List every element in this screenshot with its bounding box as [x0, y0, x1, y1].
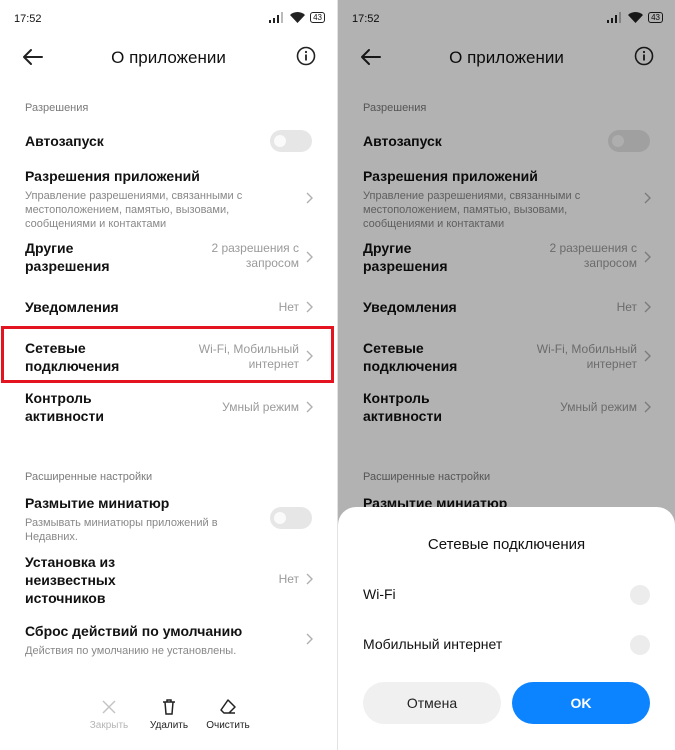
chevron-right-icon: [306, 401, 313, 413]
option-mobile-checkbox[interactable]: [630, 635, 650, 655]
status-time: 17:52: [14, 13, 42, 25]
row-notifications-title[interactable]: Уведомления: [25, 298, 119, 316]
dialog-title: Сетевые подключения: [427, 536, 586, 553]
toggle-knob: [274, 135, 286, 147]
trash-icon: [163, 699, 175, 715]
row-other-permissions-value: 2 разрешения с запросом: [211, 241, 299, 271]
chevron-right-icon: [306, 573, 313, 585]
status-icons: 43: [269, 12, 325, 23]
row-other-permissions-title[interactable]: Другие разрешения: [25, 239, 110, 275]
chevron-right-icon: [306, 633, 313, 645]
autostart-toggle[interactable]: [270, 130, 312, 152]
page-title: О приложении: [111, 48, 226, 67]
chevron-right-icon: [306, 251, 313, 263]
section-header-permissions: Разрешения: [25, 102, 89, 114]
row-blur-title: Размытие миниатюр: [25, 495, 170, 511]
title-line: источников: [25, 590, 106, 606]
row-activity-value: Умный режим: [222, 400, 299, 414]
close-icon: [102, 700, 116, 714]
battery-icon: 43: [310, 12, 325, 23]
clear-label: Очистить: [206, 720, 250, 731]
info-icon[interactable]: [296, 46, 316, 66]
delete-button[interactable]: Удалить: [139, 698, 199, 731]
chevron-right-icon: [306, 192, 313, 204]
clear-button[interactable]: Очистить: [198, 698, 258, 731]
row-app-permissions-title[interactable]: Разрешения приложений: [25, 167, 200, 185]
section-header-advanced: Расширенные настройки: [25, 471, 153, 483]
option-wifi-label[interactable]: Wi-Fi: [363, 586, 396, 602]
ok-button[interactable]: OK: [512, 682, 650, 724]
row-activity-title[interactable]: Контроль активности: [25, 389, 104, 425]
eraser-icon: [220, 699, 236, 714]
row-reset-title[interactable]: Сброс действий по умолчанию: [25, 622, 242, 640]
app-info-screen: 17:52 43 О приложении Разрешения Автозап…: [0, 0, 337, 750]
option-mobile-label[interactable]: Мобильный интернет: [363, 636, 502, 652]
row-install-title[interactable]: Установка из неизвестных источников: [25, 553, 116, 607]
row-autostart-title: Автозапуск: [25, 133, 104, 149]
title-line: неизвестных: [25, 572, 116, 588]
network-dialog: Сетевые подключения Wi-Fi Мобильный инте…: [338, 507, 675, 750]
value-line: 2 разрешения с: [211, 241, 299, 255]
close-button[interactable]: Закрыть: [79, 698, 139, 731]
bottom-toolbar: Закрыть Удалить Очистить: [0, 698, 337, 738]
row-install-value: Нет: [278, 572, 299, 586]
option-wifi-checkbox[interactable]: [630, 585, 650, 605]
title-line: Контроль: [25, 390, 92, 406]
row-reset-subtitle: Действия по умолчанию не установлены.: [25, 645, 237, 657]
network-row-highlight: [1, 326, 334, 383]
app-info-screen-with-dialog: 17:52 43 О приложении Разрешения Автозап…: [338, 0, 675, 750]
toggle-knob: [274, 512, 286, 524]
row-app-permissions-subtitle: Управление разрешениями, связанными с ме…: [25, 190, 243, 230]
title-line: разрешения: [25, 258, 110, 274]
title-line: Другие: [25, 240, 74, 256]
chevron-right-icon: [306, 301, 313, 313]
delete-label: Удалить: [149, 720, 189, 731]
wifi-icon: [290, 12, 306, 23]
title-line: активности: [25, 408, 104, 424]
value-line: запросом: [245, 256, 299, 270]
blur-toggle[interactable]: [270, 507, 312, 529]
signal-icon: [269, 12, 284, 23]
row-blur-subtitle: Размывать миниатюры приложений в Недавни…: [25, 517, 218, 543]
close-label: Закрыть: [89, 720, 129, 731]
title-line: Установка из: [25, 554, 116, 570]
row-notifications-value: Нет: [278, 300, 299, 314]
cancel-button[interactable]: Отмена: [363, 682, 501, 724]
